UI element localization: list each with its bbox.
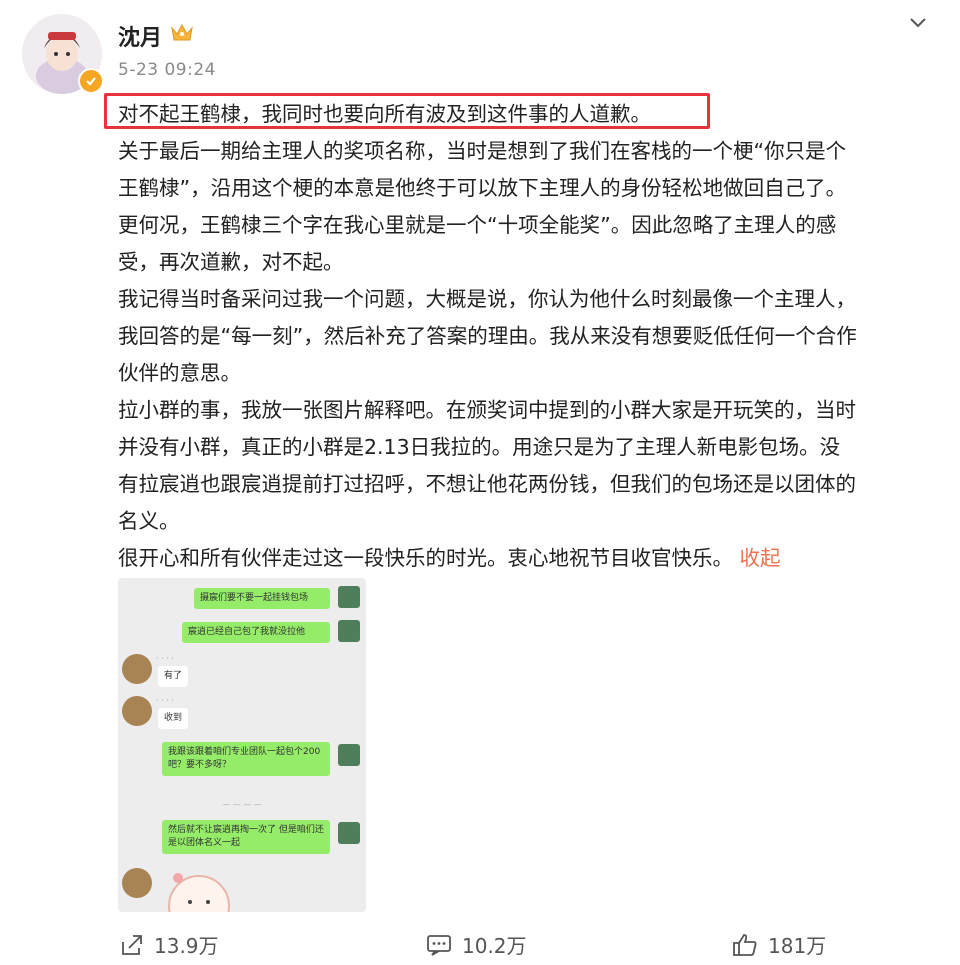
chat-bubble: 宸逍已经自己包了我就没拉他 <box>182 622 330 643</box>
like-button[interactable]: 181万 <box>732 930 826 959</box>
share-icon <box>122 934 142 955</box>
post-line: 名义。 <box>118 509 180 533</box>
chevron-down-icon[interactable] <box>908 14 928 34</box>
comment-count: 10.2万 <box>462 934 527 958</box>
username[interactable]: 沈月 <box>118 20 162 52</box>
post-line: 很开心和所有伙伴走过这一段快乐的时光。衷心地祝节目收官快乐。 收起 <box>118 540 938 577</box>
chat-bubble: 我跟该跟着咱们专业团队一起包个200吧？要不多呀？ <box>162 742 330 776</box>
chat-avatar <box>338 620 360 642</box>
post-timestamp: 5-23 09:24 <box>118 60 216 80</box>
post-line: 伙伴的意思。 <box>118 361 241 385</box>
post-line: 对不起王鹤棣，我同时也要向所有波及到这件事的人道歉。 <box>118 102 651 126</box>
action-bar: 13.9万 10.2万 181万 <box>0 930 960 958</box>
chat-bubble: 收到 <box>158 708 189 729</box>
chat-nickname: · · · · <box>156 696 174 705</box>
sticker-image <box>168 873 230 912</box>
comment-icon <box>427 934 451 956</box>
post-line: 更何况，王鹤棣三个字在我心里就是一个“十项全能奖”。因此忽略了主理人的感 <box>118 213 837 237</box>
share-button[interactable]: 13.9万 <box>120 930 219 959</box>
chat-avatar <box>338 822 360 844</box>
comment-button[interactable]: 10.2万 <box>426 930 527 959</box>
chat-screenshot-image[interactable]: 摄宸们要不要一起挂钱包场 宸逍已经自己包了我就没拉他 · · · · 有了 · … <box>118 578 366 912</box>
post-line: 关于最后一期给主理人的奖项名称，当时是想到了我们在客栈的一个梗“你只是个 <box>118 139 847 163</box>
post-line: 王鹤棣”，沿用这个梗的本意是他终于可以放下主理人的身份轻松地做回自己了。 <box>118 176 847 200</box>
post-line: 并没有小群，真正的小群是2.13日我拉的。用途只是为了主理人新电影包场。没 <box>118 435 841 459</box>
chat-avatar <box>122 868 152 898</box>
post-line: 我回答的是“每一刻”，然后补充了答案的理由。我从来没有想要贬低任何一个合作 <box>118 324 857 348</box>
chat-nickname: · · · · <box>156 654 174 663</box>
chat-system-time: — — — — <box>222 800 262 809</box>
like-count: 181万 <box>768 934 827 958</box>
member-crown-icon <box>170 22 194 48</box>
chat-avatar <box>122 654 152 684</box>
post-line: 拉小群的事，我放一张图片解释吧。在颁奖词中提到的小群大家是开玩笑的，当时 <box>118 398 856 422</box>
chat-avatar <box>338 744 360 766</box>
post-line: 受，再次道歉，对不起。 <box>118 250 344 274</box>
post-body: 对不起王鹤棣，我同时也要向所有波及到这件事的人道歉。 关于最后一期给主理人的奖项… <box>118 96 938 577</box>
share-count: 13.9万 <box>154 934 219 958</box>
collapse-link[interactable]: 收起 <box>740 546 781 570</box>
post-line: 有拉宸逍也跟宸逍提前打过招呼，不想让他花两份钱，但我们的包场还是以团体的 <box>118 472 856 496</box>
thumbs-up-icon <box>733 933 757 956</box>
chat-avatar <box>122 696 152 726</box>
post-line: 我记得当时备采问过我一个问题，大概是说，你认为他什么时刻最像一个主理人， <box>118 287 856 311</box>
chat-bubble: 有了 <box>158 666 189 687</box>
chat-bubble: 摄宸们要不要一起挂钱包场 <box>194 588 330 609</box>
verified-icon <box>78 68 104 94</box>
post-line-text: 很开心和所有伙伴走过这一段快乐的时光。衷心地祝节目收官快乐。 <box>118 546 733 570</box>
chat-avatar <box>338 586 360 608</box>
chat-bubble: 然后就不让宸逍再掏一次了 但是咱们还是以团体名义一起 <box>162 820 330 854</box>
